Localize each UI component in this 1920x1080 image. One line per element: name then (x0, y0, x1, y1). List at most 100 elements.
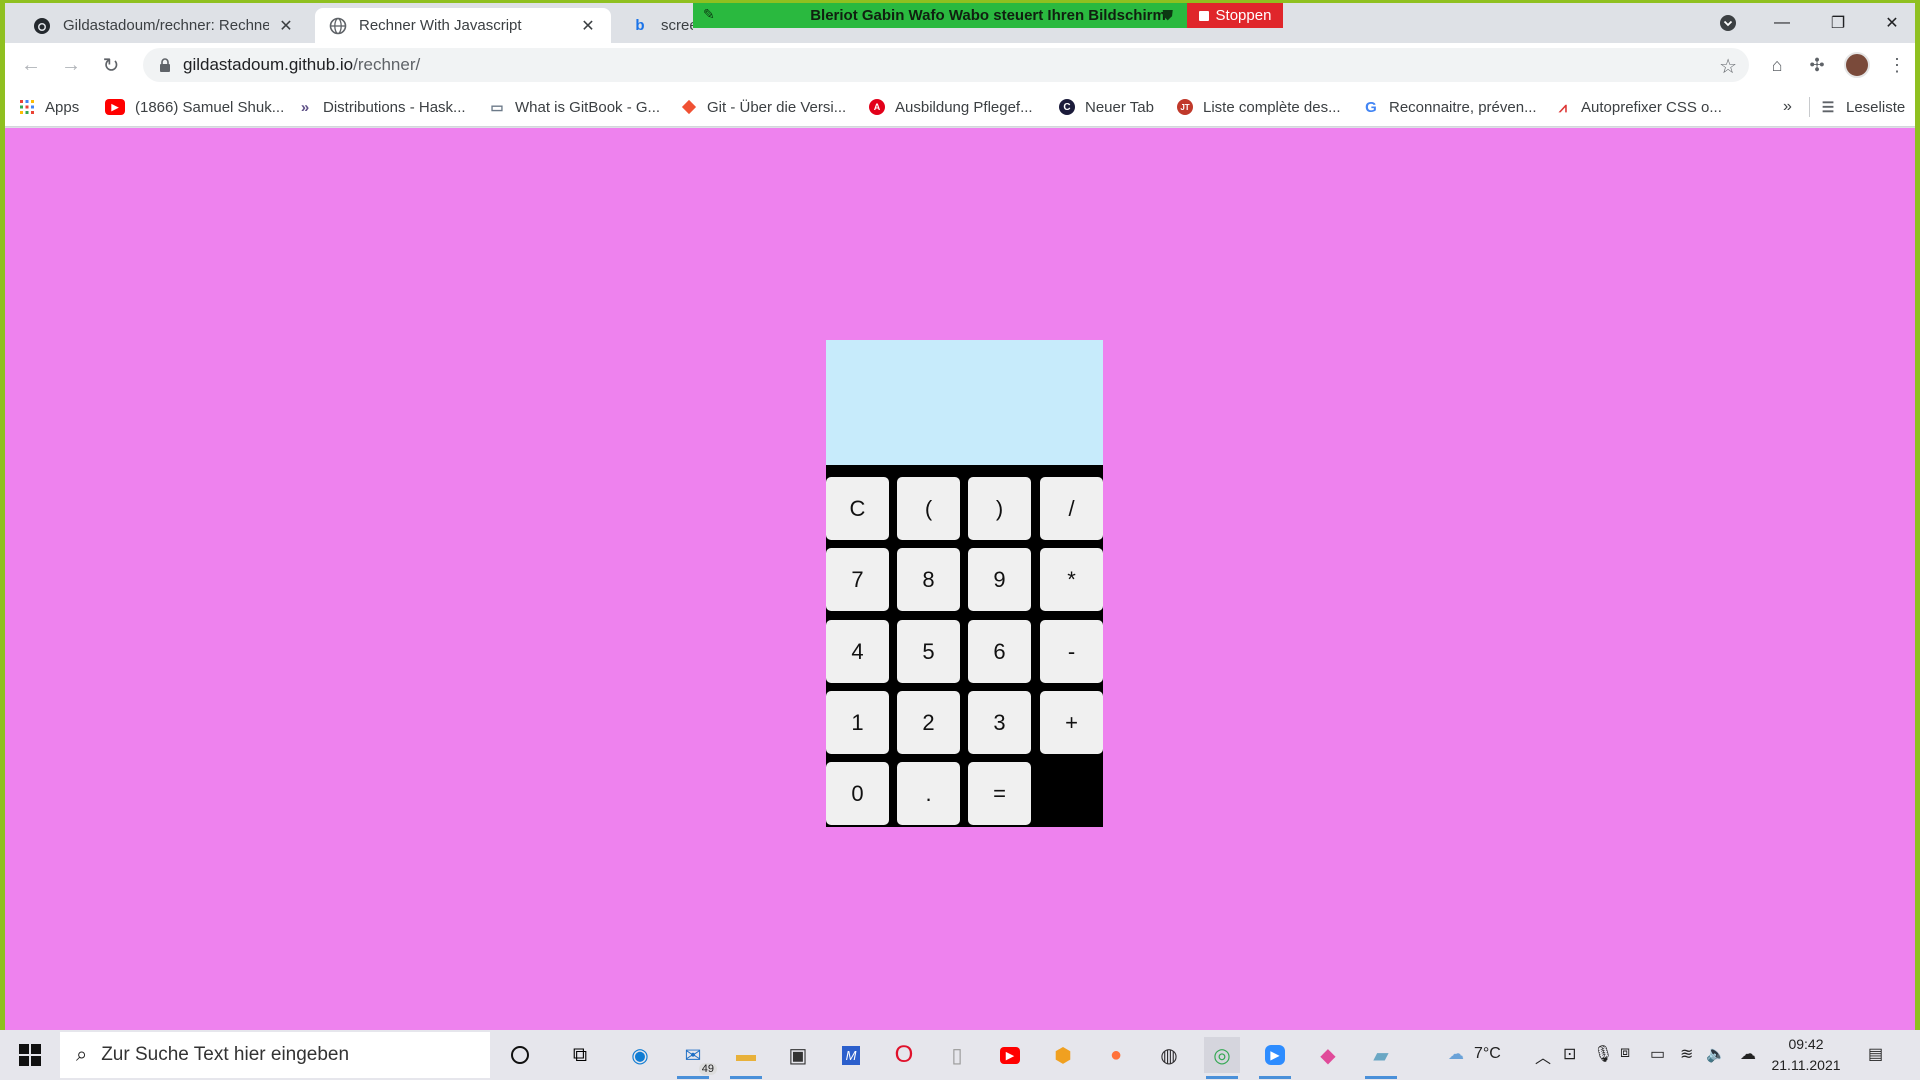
key-divide[interactable]: / (1040, 477, 1103, 540)
taskbar-kite[interactable]: ◆ (1310, 1037, 1346, 1073)
tab-github-rechner[interactable]: Gildastadoum/rechner: Rechner ✕ (19, 8, 309, 43)
taskbar-zoom[interactable]: ▶ (1257, 1037, 1293, 1079)
reload-button[interactable]: ↻ (97, 51, 125, 79)
profile-button[interactable] (1843, 51, 1871, 79)
restore-button[interactable]: ❐ (1815, 9, 1861, 37)
tray-volume[interactable]: 🔈 (1706, 1044, 1726, 1064)
clock-time: 09:42 (1788, 1036, 1824, 1052)
bookmark-autoprefixer[interactable]: ⩘ Autoprefixer CSS o... (1555, 97, 1722, 117)
window-close-button[interactable]: ✕ (1869, 9, 1915, 37)
bookmark-gitbook[interactable]: ▭ What is GitBook - G... (489, 97, 660, 117)
key-clear[interactable]: C (826, 477, 889, 540)
start-button[interactable] (10, 1039, 50, 1071)
taskbar-brave[interactable]: ⬢ (1045, 1037, 1081, 1073)
cortana-circle-icon (511, 1046, 529, 1064)
address-bar[interactable]: gildastadoum.github.io/rechner/ ☆ (143, 48, 1749, 82)
tab-search-button[interactable] (1705, 9, 1751, 37)
tray-display-share[interactable]: ⧈ (1620, 1044, 1630, 1062)
tray-onedrive[interactable]: ☁ (1740, 1044, 1756, 1064)
taskbar-app-extra[interactable]: ▰ (1363, 1037, 1399, 1079)
firefox-icon: ● (1109, 1043, 1123, 1066)
bookmark-liste-complete[interactable]: JT Liste complète des... (1177, 97, 1341, 117)
reading-list-button[interactable]: ☰ Leseliste (1820, 97, 1905, 117)
bing-icon: b (635, 17, 645, 34)
bookmark-git[interactable]: Git - Über die Versi... (681, 97, 846, 117)
taskbar-mail[interactable]: ✉ 49 (675, 1037, 717, 1079)
taskbar-vscode[interactable]: M (833, 1037, 869, 1073)
key-close-paren[interactable]: ) (968, 477, 1031, 540)
tab-title: Rechner With Javascript (359, 17, 522, 34)
key-6[interactable]: 6 (968, 620, 1031, 683)
key-0[interactable]: 0 (826, 762, 889, 825)
chevron-double-right-icon: » (1783, 98, 1792, 115)
tray-microphone[interactable]: 🎙 (1593, 1044, 1613, 1064)
key-subtract[interactable]: - (1040, 620, 1103, 683)
taskbar-obs[interactable]: ◍ (1151, 1037, 1187, 1073)
microphone-icon: 🎙 (1593, 1046, 1614, 1063)
notification-icon: ▤ (1868, 1046, 1884, 1063)
cortana-button[interactable] (502, 1037, 538, 1073)
back-button[interactable]: ← (17, 51, 45, 79)
bookmark-label: What is GitBook - G... (515, 98, 661, 116)
taskbar-file-explorer[interactable]: ▬ (728, 1037, 764, 1079)
tray-wifi[interactable]: ≋ (1680, 1044, 1693, 1064)
key-open-paren[interactable]: ( (897, 477, 960, 540)
key-add[interactable]: + (1040, 691, 1103, 754)
tray-battery[interactable]: ▭ (1650, 1044, 1665, 1064)
close-icon[interactable]: ✕ (579, 16, 597, 36)
taskbar-notepad[interactable]: ▯ (939, 1037, 975, 1073)
taskbar-opera[interactable]: O (886, 1037, 922, 1073)
key-4[interactable]: 4 (826, 620, 889, 683)
key-7[interactable]: 7 (826, 548, 889, 611)
search-icon: ⌕ (76, 1043, 88, 1066)
taskbar-chrome[interactable]: ◎ (1204, 1037, 1240, 1079)
reading-list-icon: ☰ (1821, 98, 1835, 115)
bookmark-apps[interactable]: Apps (19, 97, 79, 117)
taskbar-store[interactable]: ▣ (780, 1037, 816, 1073)
key-9[interactable]: 9 (968, 548, 1031, 611)
tray-overflow-button[interactable]: ︿ (1535, 1044, 1551, 1068)
tab-rechner-active[interactable]: Rechner With Javascript ✕ (315, 8, 611, 43)
arrow-left-icon: ← (21, 53, 41, 76)
taskbar: ⌕ Zur Suche Text hier eingeben ⧉ ◉ ✉ 49 … (0, 1030, 1920, 1080)
tray-meet-now[interactable]: ⊡ (1563, 1044, 1576, 1064)
task-view-button[interactable]: ⧉ (562, 1037, 598, 1073)
stop-sharing-button[interactable]: Stoppen (1187, 3, 1283, 28)
weather-widget[interactable]: ☁ 7°C (1448, 1044, 1501, 1064)
bookmark-google[interactable]: G Reconnaitre, préven... (1363, 97, 1537, 117)
taskbar-edge[interactable]: ◉ (622, 1037, 658, 1073)
minimize-button[interactable]: — (1759, 9, 1805, 37)
kebab-menu-icon: ⋮ (1888, 54, 1906, 75)
taskbar-clock[interactable]: 09:42 21.11.2021 (1766, 1034, 1846, 1076)
close-icon[interactable]: ✕ (277, 16, 295, 36)
key-1[interactable]: 1 (826, 691, 889, 754)
bookmark-ausbildung[interactable]: A Ausbildung Pflegef... (869, 97, 1033, 117)
zoom-camera-icon: ▶ (1265, 1045, 1285, 1065)
edge-c-icon: C (1059, 99, 1075, 115)
forward-button[interactable]: → (57, 51, 85, 79)
menu-button[interactable]: ⋮ (1883, 51, 1911, 79)
bookmark-youtube[interactable]: ▶ (1866) Samuel Shuk... (105, 97, 284, 117)
bookmark-haskell[interactable]: » Distributions - Hask... (297, 97, 466, 117)
bookmark-label: Autoprefixer CSS o... (1581, 98, 1722, 116)
taskbar-search-box[interactable]: ⌕ Zur Suche Text hier eingeben (60, 1032, 490, 1078)
taskbar-firefox[interactable]: ● (1098, 1037, 1134, 1073)
lock-icon (160, 58, 170, 72)
key-2[interactable]: 2 (897, 691, 960, 754)
key-8[interactable]: 8 (897, 548, 960, 611)
bookmark-label: Reconnaitre, préven... (1389, 98, 1537, 116)
taskbar-youtube[interactable]: ▶ (992, 1037, 1028, 1073)
extensions-button[interactable]: ✣ (1803, 51, 1831, 79)
key-decimal[interactable]: . (897, 762, 960, 825)
weather-temperature: 7°C (1474, 1045, 1501, 1062)
key-5[interactable]: 5 (897, 620, 960, 683)
home-button[interactable]: ⌂ (1763, 51, 1791, 79)
bookmarks-overflow-button[interactable]: » (1783, 97, 1792, 117)
bookmark-star-icon[interactable]: ☆ (1719, 54, 1737, 79)
key-multiply[interactable]: * (1040, 548, 1103, 611)
key-equals[interactable]: = (968, 762, 1031, 825)
key-3[interactable]: 3 (968, 691, 1031, 754)
bookmark-neuer-tab[interactable]: C Neuer Tab (1059, 97, 1154, 117)
notification-center-button[interactable]: ▤ (1868, 1044, 1883, 1064)
chrome-icon: ◎ (1213, 1044, 1231, 1067)
